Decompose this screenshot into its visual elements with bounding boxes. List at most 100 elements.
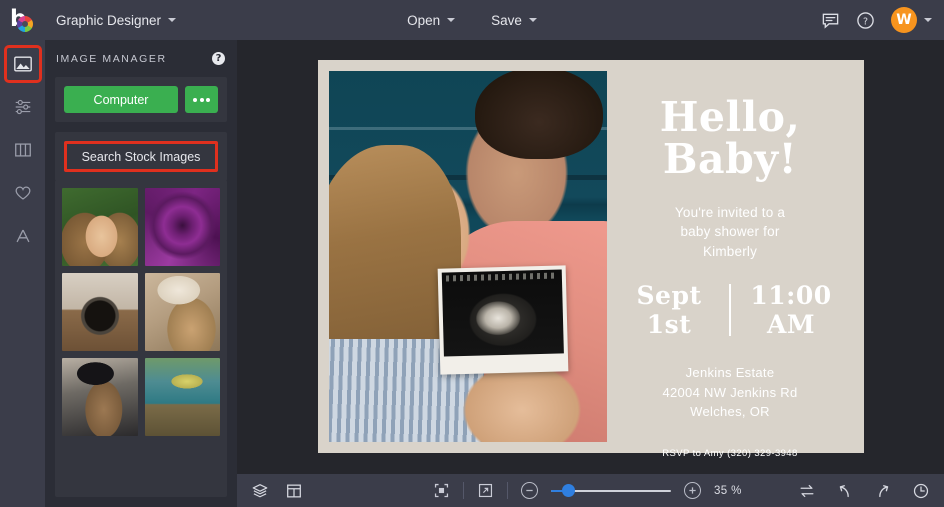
- sidebar-item-text[interactable]: [7, 220, 39, 252]
- ellipsis-icon: [199, 97, 204, 102]
- history-button[interactable]: [912, 482, 930, 500]
- bottom-right-tools: [798, 482, 930, 500]
- panel-title: IMAGE MANAGER: [56, 52, 167, 65]
- sliders-icon: [15, 99, 30, 115]
- thumb-purple-flower[interactable]: [144, 188, 220, 266]
- canvas-area[interactable]: Hello, Baby! You're invited to a baby sh…: [237, 40, 944, 474]
- expand-icon: [478, 483, 493, 498]
- venue-line-1: Jenkins Estate: [685, 365, 775, 381]
- app-logo[interactable]: b: [0, 6, 46, 33]
- undo-icon: [839, 484, 849, 497]
- card-text-block: Hello, Baby! You're invited to a baby sh…: [607, 71, 853, 459]
- history-clock-icon: [913, 483, 929, 498]
- compare-swap-icon: [800, 484, 814, 497]
- redo-button[interactable]: [874, 482, 892, 500]
- design-card[interactable]: Hello, Baby! You're invited to a baby sh…: [318, 60, 864, 459]
- left-tool-rail: [0, 40, 45, 507]
- rsvp-text[interactable]: RSVP to Amy (320) 329-3948: [662, 448, 797, 459]
- thumb-woman-black-hat[interactable]: [62, 358, 138, 436]
- logo-color-wheel: [17, 16, 33, 32]
- top-bar-right-actions: ? W: [821, 0, 932, 40]
- expand-button[interactable]: [477, 482, 494, 499]
- undo-button[interactable]: [836, 482, 854, 500]
- venue-line-2: 42004 NW Jenkins Rd: [662, 384, 798, 400]
- divider: [507, 482, 508, 499]
- zoom-level-label: 35 %: [714, 484, 742, 497]
- fit-to-screen-icon: [434, 483, 449, 498]
- image-icon: [13, 56, 32, 72]
- card-photo[interactable]: [329, 71, 607, 442]
- thumb-vintage-camera[interactable]: [62, 273, 138, 351]
- ellipsis-icon: [206, 97, 210, 102]
- time-block: 11:00 AM: [743, 281, 839, 339]
- date-block: Sept 1st: [621, 281, 717, 339]
- zoom-in-button[interactable]: [684, 482, 701, 499]
- text-a-icon: [16, 229, 29, 243]
- thumb-vintage-truck[interactable]: [144, 358, 220, 436]
- graphic-designer-app: b Graphic Designer Open Save: [0, 0, 944, 507]
- save-button[interactable]: Save: [480, 8, 548, 33]
- chevron-down-icon: [528, 18, 537, 22]
- sidebar-item-favorites[interactable]: [7, 177, 39, 209]
- photo-man-hair: [475, 71, 603, 159]
- bottom-toolbar: 35 %: [237, 474, 944, 507]
- chevron-down-icon[interactable]: [924, 18, 932, 22]
- computer-upload-button[interactable]: Computer: [64, 86, 178, 113]
- zoom-out-button[interactable]: [521, 482, 538, 499]
- user-avatar[interactable]: W: [891, 7, 917, 33]
- time-line-1: 11:00: [750, 281, 832, 311]
- time-line-2: AM: [766, 310, 816, 340]
- headline-line-2[interactable]: Baby!: [663, 138, 797, 181]
- top-bar: b Graphic Designer Open Save: [0, 0, 944, 40]
- layout-button[interactable]: [285, 482, 303, 500]
- zoom-slider[interactable]: [551, 482, 671, 499]
- image-manager-panel: IMAGE MANAGER ? Computer Search Stock Im…: [45, 40, 237, 507]
- venue-block[interactable]: Jenkins Estate 42004 NW Jenkins Rd Welch…: [662, 363, 797, 422]
- compare-button[interactable]: [798, 482, 816, 500]
- save-label: Save: [491, 12, 522, 28]
- thumb-woman-hat-blonde[interactable]: [144, 273, 220, 351]
- sidebar-item-image-manager[interactable]: [3, 45, 42, 83]
- chevron-down-icon: [447, 18, 456, 22]
- stock-search-section: Search Stock Images: [55, 132, 227, 181]
- date-line-2: 1st: [646, 310, 692, 340]
- chevron-down-icon: [168, 18, 177, 22]
- upload-source-section: Computer: [55, 77, 227, 122]
- divider: [463, 482, 464, 499]
- layers-button[interactable]: [251, 482, 269, 500]
- open-button[interactable]: Open: [396, 8, 466, 33]
- open-label: Open: [407, 12, 441, 28]
- heart-icon: [15, 186, 30, 200]
- svg-text:?: ?: [863, 16, 868, 27]
- sidebar-item-templates[interactable]: [7, 134, 39, 166]
- layers-icon: [252, 483, 268, 497]
- headline-line-1[interactable]: Hello,: [660, 96, 801, 139]
- date-time-divider: [729, 284, 731, 337]
- plus-icon: [689, 487, 696, 494]
- help-icon[interactable]: ?: [856, 11, 875, 30]
- zoom-slider-handle[interactable]: [562, 484, 576, 497]
- befunky-logo-icon: b: [10, 6, 36, 33]
- date-time-block[interactable]: Sept 1st 11:00 AM: [621, 281, 839, 339]
- layout-icon: [287, 484, 301, 497]
- redo-icon: [879, 484, 889, 497]
- photo-ultrasound-print: [437, 265, 569, 375]
- columns-icon: [14, 143, 31, 157]
- invitation-text[interactable]: You're invited to a baby shower for Kimb…: [675, 203, 785, 262]
- thumbnail-gallery: [55, 180, 227, 497]
- ultrasound-image: [441, 269, 564, 357]
- thumbnail-grid: [62, 188, 220, 436]
- feedback-chat-icon[interactable]: [821, 11, 840, 30]
- thumb-woman-smiling[interactable]: [62, 188, 138, 266]
- panel-help-icon[interactable]: ?: [212, 52, 225, 65]
- fit-to-screen-button[interactable]: [433, 482, 450, 499]
- venue-line-3: Welches, OR: [690, 404, 770, 420]
- panel-header: IMAGE MANAGER ?: [45, 40, 237, 77]
- bottom-left-tools: [237, 482, 303, 500]
- more-sources-button[interactable]: [185, 86, 218, 113]
- document-title-label: Graphic Designer: [56, 12, 162, 28]
- sidebar-item-edit[interactable]: [7, 91, 39, 123]
- search-stock-images-button[interactable]: Search Stock Images: [64, 141, 218, 172]
- document-title-dropdown[interactable]: Graphic Designer: [46, 8, 188, 33]
- date-line-1: Sept: [636, 281, 702, 311]
